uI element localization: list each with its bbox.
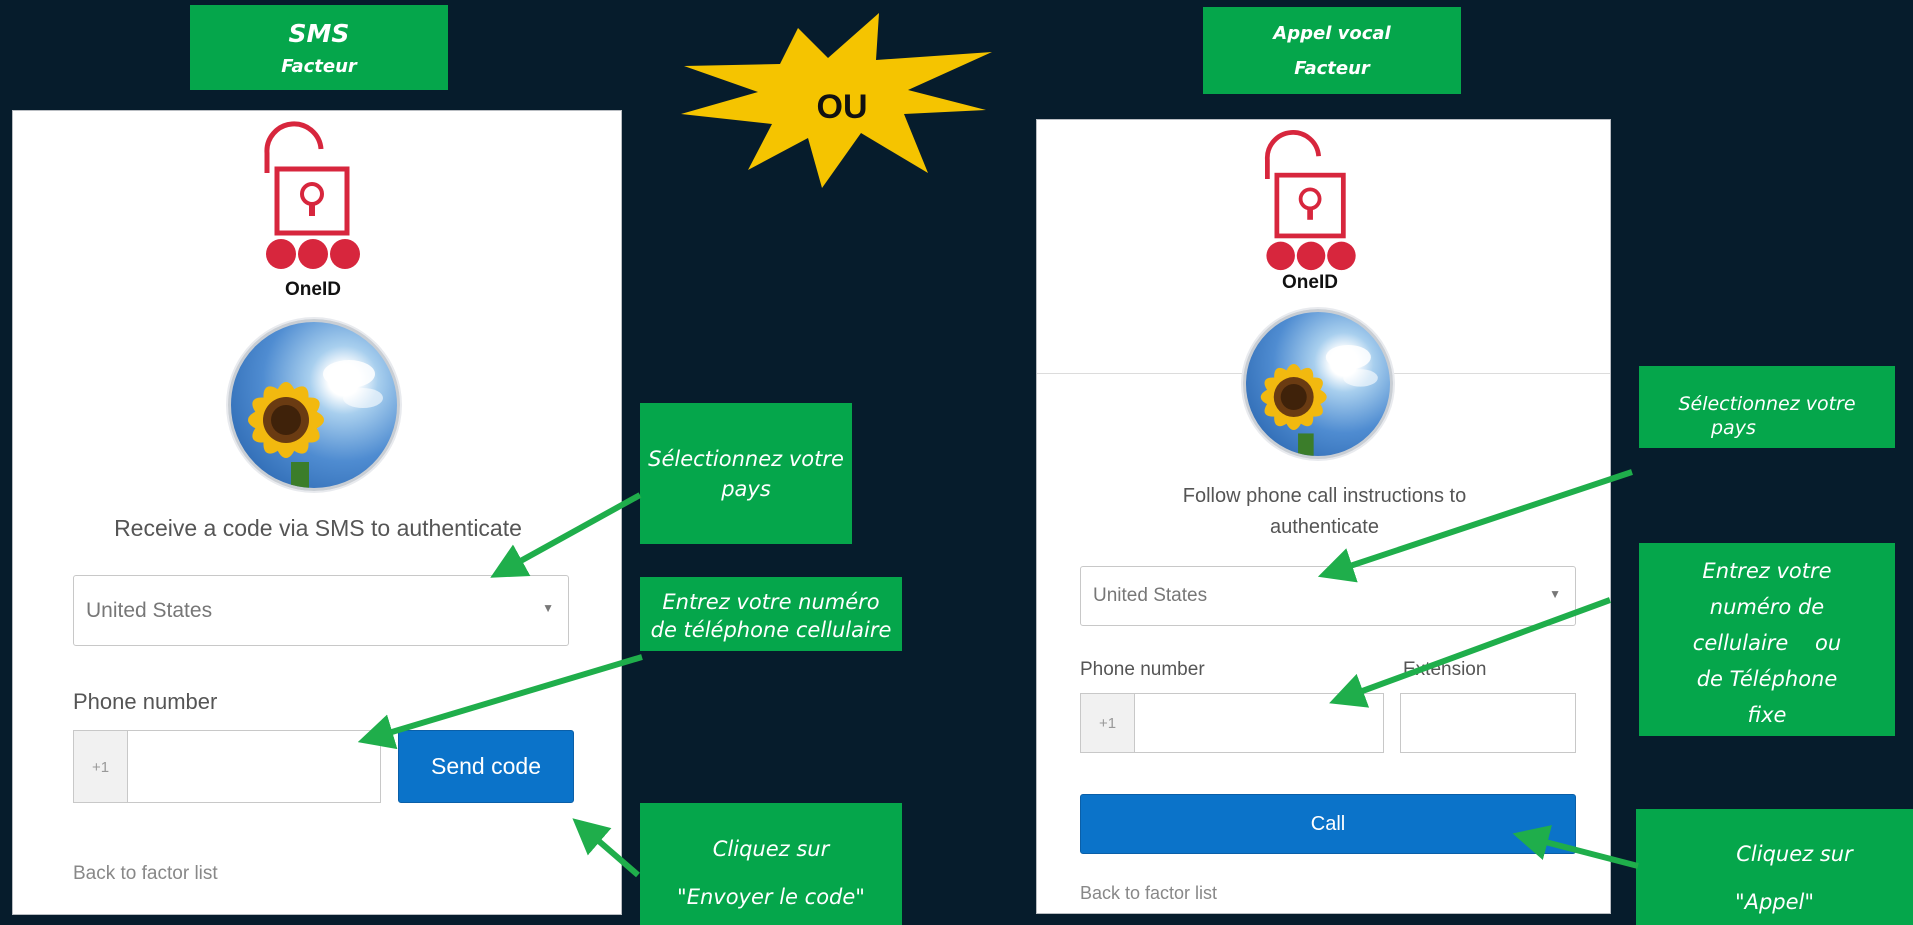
arrow-to-send-code: [572, 818, 640, 878]
arrow-to-voice-phone: [1329, 597, 1612, 708]
arrow-to-call-button: [1512, 825, 1639, 869]
arrow-to-voice-country: [1317, 469, 1633, 583]
arrow-to-sms-country: [490, 492, 642, 578]
annotation-arrows: [357, 469, 1639, 878]
arrow-to-sms-phone: [357, 654, 643, 750]
